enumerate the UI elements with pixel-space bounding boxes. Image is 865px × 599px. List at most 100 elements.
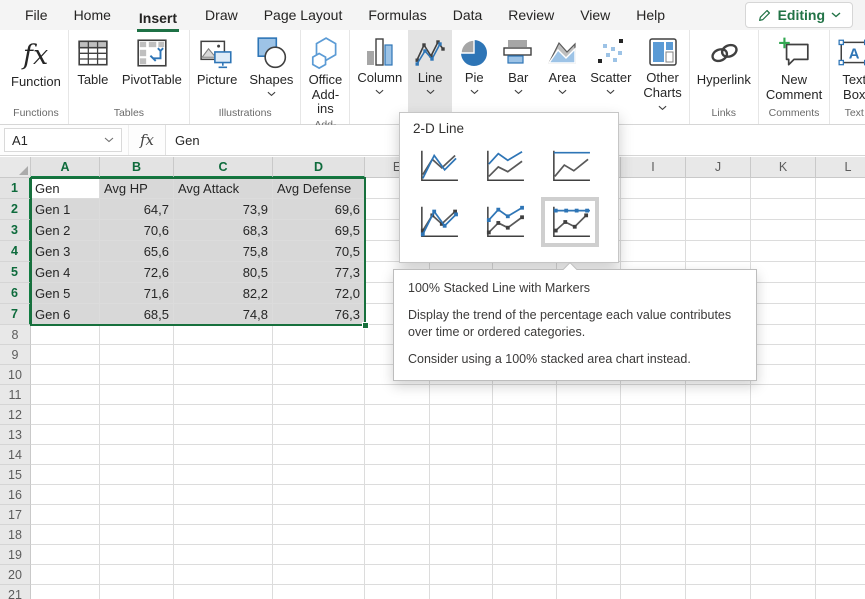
cell-I11[interactable]: [621, 385, 686, 405]
cell-E15[interactable]: [365, 465, 430, 485]
cell-H20[interactable]: [557, 565, 621, 585]
cell-E20[interactable]: [365, 565, 430, 585]
column-header-A[interactable]: A: [31, 157, 100, 178]
column-chart-button[interactable]: Column: [351, 30, 408, 115]
cell-B19[interactable]: [100, 545, 174, 565]
cell-A20[interactable]: [31, 565, 100, 585]
cell-H13[interactable]: [557, 425, 621, 445]
cell-J17[interactable]: [686, 505, 751, 525]
cell-B5[interactable]: 72,6: [100, 262, 174, 283]
cell-K20[interactable]: [751, 565, 816, 585]
cell-K14[interactable]: [751, 445, 816, 465]
cell-D19[interactable]: [273, 545, 365, 565]
column-header-I[interactable]: I: [621, 157, 686, 178]
cell-L21[interactable]: [816, 585, 865, 599]
cell-C16[interactable]: [174, 485, 273, 505]
cell-B14[interactable]: [100, 445, 174, 465]
cell-K12[interactable]: [751, 405, 816, 425]
text-box-button[interactable]: A Text Box: [831, 30, 865, 105]
cell-B10[interactable]: [100, 365, 174, 385]
cell-F19[interactable]: [430, 545, 493, 565]
tab-draw[interactable]: Draw: [192, 0, 251, 30]
row-header-4[interactable]: 4: [0, 241, 31, 262]
cell-K9[interactable]: [751, 345, 816, 365]
cell-L2[interactable]: [816, 199, 865, 220]
cell-J2[interactable]: [686, 199, 751, 220]
cell-B2[interactable]: 64,7: [100, 199, 174, 220]
cell-I16[interactable]: [621, 485, 686, 505]
column-header-D[interactable]: D: [273, 157, 365, 178]
cell-G15[interactable]: [493, 465, 557, 485]
cell-C8[interactable]: [174, 325, 273, 345]
cell-K3[interactable]: [751, 220, 816, 241]
stacked-line-thumbnail[interactable]: [479, 145, 529, 187]
cell-E16[interactable]: [365, 485, 430, 505]
cell-B16[interactable]: [100, 485, 174, 505]
cell-A19[interactable]: [31, 545, 100, 565]
cell-C13[interactable]: [174, 425, 273, 445]
cell-F16[interactable]: [430, 485, 493, 505]
row-header-20[interactable]: 20: [0, 565, 31, 585]
cell-A18[interactable]: [31, 525, 100, 545]
cell-L12[interactable]: [816, 405, 865, 425]
cell-C21[interactable]: [174, 585, 273, 599]
cell-D7[interactable]: 76,3: [273, 304, 365, 325]
cell-D16[interactable]: [273, 485, 365, 505]
cell-D20[interactable]: [273, 565, 365, 585]
cell-A4[interactable]: Gen 3: [31, 241, 100, 262]
cell-J1[interactable]: [686, 178, 751, 199]
line-with-markers-thumbnail[interactable]: [413, 201, 463, 243]
cell-J16[interactable]: [686, 485, 751, 505]
cell-E17[interactable]: [365, 505, 430, 525]
row-header-7[interactable]: 7: [0, 304, 31, 325]
cell-A10[interactable]: [31, 365, 100, 385]
cell-D10[interactable]: [273, 365, 365, 385]
cell-C12[interactable]: [174, 405, 273, 425]
cell-D5[interactable]: 77,3: [273, 262, 365, 283]
cell-H11[interactable]: [557, 385, 621, 405]
cell-E21[interactable]: [365, 585, 430, 599]
picture-button[interactable]: Picture: [191, 30, 243, 105]
cell-L4[interactable]: [816, 241, 865, 262]
tab-file[interactable]: File: [12, 0, 61, 30]
row-header-9[interactable]: 9: [0, 345, 31, 365]
cell-E18[interactable]: [365, 525, 430, 545]
cell-A6[interactable]: Gen 5: [31, 283, 100, 304]
100-stacked-line-with-markers-thumbnail[interactable]: [545, 201, 595, 243]
cell-D18[interactable]: [273, 525, 365, 545]
cell-B11[interactable]: [100, 385, 174, 405]
cell-C14[interactable]: [174, 445, 273, 465]
cell-K18[interactable]: [751, 525, 816, 545]
cell-K17[interactable]: [751, 505, 816, 525]
column-header-L[interactable]: L: [816, 157, 865, 178]
cell-J11[interactable]: [686, 385, 751, 405]
fill-handle[interactable]: [362, 322, 369, 329]
cell-I12[interactable]: [621, 405, 686, 425]
cell-L6[interactable]: [816, 283, 865, 304]
cell-B8[interactable]: [100, 325, 174, 345]
cell-L20[interactable]: [816, 565, 865, 585]
cell-B1[interactable]: Avg HP: [100, 178, 174, 199]
cell-K16[interactable]: [751, 485, 816, 505]
name-box[interactable]: A1: [4, 128, 122, 152]
editing-mode-button[interactable]: Editing: [745, 2, 853, 28]
cell-A16[interactable]: [31, 485, 100, 505]
cell-K5[interactable]: [751, 262, 816, 283]
cell-C15[interactable]: [174, 465, 273, 485]
scatter-chart-button[interactable]: Scatter: [584, 30, 637, 115]
row-header-2[interactable]: 2: [0, 199, 31, 220]
100-stacked-line-thumbnail[interactable]: [545, 145, 595, 187]
cell-D15[interactable]: [273, 465, 365, 485]
cell-L17[interactable]: [816, 505, 865, 525]
cell-F12[interactable]: [430, 405, 493, 425]
cell-I14[interactable]: [621, 445, 686, 465]
tab-view[interactable]: View: [567, 0, 623, 30]
cell-K10[interactable]: [751, 365, 816, 385]
cell-J19[interactable]: [686, 545, 751, 565]
cell-K6[interactable]: [751, 283, 816, 304]
cell-K7[interactable]: [751, 304, 816, 325]
insert-function-button[interactable]: fx: [128, 125, 166, 155]
row-header-3[interactable]: 3: [0, 220, 31, 241]
cell-G13[interactable]: [493, 425, 557, 445]
cell-F17[interactable]: [430, 505, 493, 525]
